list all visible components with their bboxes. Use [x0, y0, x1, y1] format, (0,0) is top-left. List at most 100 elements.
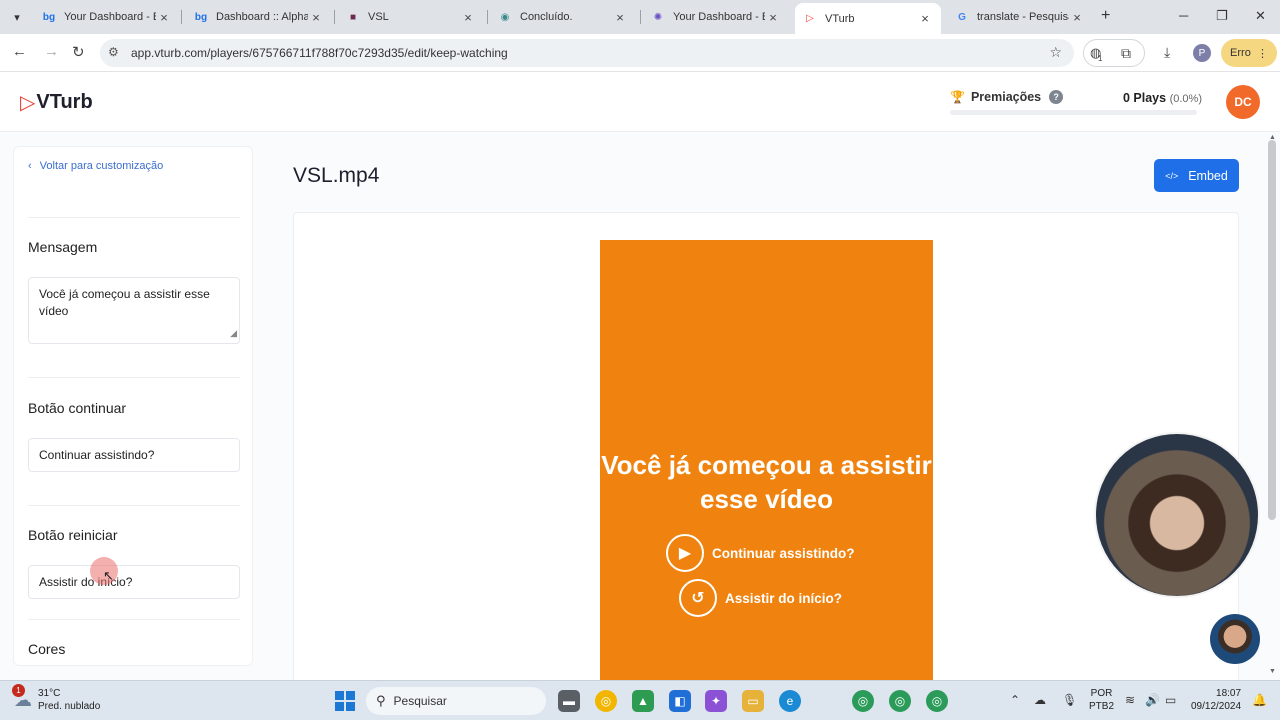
- file-manager-app-icon[interactable]: ▬: [558, 690, 580, 712]
- browser-tab-active[interactable]: ▷ VTurb ×: [795, 3, 941, 34]
- play-icon: ▶: [666, 534, 704, 572]
- taskbar-search[interactable]: ⚲ Pesquisar: [366, 687, 546, 715]
- chrome-profile-3-icon[interactable]: ◎: [926, 690, 948, 712]
- restart-button-input[interactable]: Assistir do início?: [28, 565, 240, 599]
- bookmark-star-icon[interactable]: ☆: [1049, 44, 1062, 61]
- logo-text: VTurb: [36, 91, 93, 113]
- close-tab-icon[interactable]: ×: [917, 11, 933, 26]
- message-textarea[interactable]: Você já começou a assistir esse vídeo ◢: [28, 277, 240, 344]
- edge-app-icon[interactable]: e: [779, 690, 801, 712]
- planner-app-icon[interactable]: ▲: [632, 690, 654, 712]
- help-icon[interactable]: ?: [1049, 90, 1064, 104]
- tab-title: translate - Pesquisa G: [977, 11, 1069, 23]
- browser-tab[interactable]: G translate - Pesquisa G ×: [947, 4, 1093, 30]
- embed-label: Embed: [1188, 168, 1228, 183]
- close-tab-icon[interactable]: ×: [1069, 10, 1085, 25]
- notifications-bell-icon[interactable]: 🔔: [1252, 693, 1267, 707]
- browser-tab[interactable]: ✺ Your Dashboard - Bu ×: [643, 4, 789, 30]
- browser-tab[interactable]: bg Dashboard :: AlphaBi ×: [186, 4, 332, 30]
- customization-sidebar: ‹ Voltar para customização Mensagem Você …: [13, 146, 253, 666]
- copilot-app-icon[interactable]: ✦: [705, 690, 727, 712]
- embed-button[interactable]: </> Embed: [1154, 159, 1239, 192]
- tab-title: VTurb: [825, 12, 855, 25]
- maximize-window-icon[interactable]: ❐: [1216, 8, 1228, 24]
- close-tab-icon[interactable]: ×: [308, 10, 324, 25]
- volume-icon[interactable]: 🔊: [1145, 693, 1160, 707]
- colors-section-title: Cores: [28, 641, 66, 657]
- error-label: Erro: [1230, 47, 1251, 59]
- puzzle-icon[interactable]: ⧉: [1121, 45, 1131, 62]
- chrome-profile-2-icon[interactable]: ◎: [889, 690, 911, 712]
- browser-tab[interactable]: bg Your Dashboard - Bu ×: [34, 4, 180, 30]
- minimize-window-icon[interactable]: ─: [1179, 8, 1188, 23]
- language-indicator[interactable]: POR PTB2: [1089, 687, 1114, 713]
- user-avatar[interactable]: DC: [1226, 85, 1260, 119]
- chrome-profile-1-icon[interactable]: ◎: [852, 690, 874, 712]
- download-icon[interactable]: ⤓: [1164, 44, 1170, 61]
- microphone-icon[interactable]: 🎙: [1062, 693, 1077, 707]
- system-clock[interactable]: 18:07 09/12/2024: [1191, 687, 1241, 713]
- close-tab-icon[interactable]: ×: [765, 10, 781, 25]
- awards-link[interactable]: 🏆 Premiações ?: [950, 90, 1064, 104]
- reload-icon[interactable]: ↻: [72, 43, 85, 61]
- tab-title: Concluído.: [520, 11, 573, 23]
- close-window-icon[interactable]: ✕: [1255, 8, 1266, 24]
- url-text[interactable]: app.vturb.com/players/675766711f788f70c7…: [131, 46, 508, 60]
- battery-icon[interactable]: ▭: [1165, 693, 1176, 707]
- scroll-down-arrow-icon[interactable]: ▼: [1269, 668, 1276, 675]
- browser-tab[interactable]: ■ VSL ×: [338, 4, 484, 30]
- language-code: POR: [1090, 688, 1113, 699]
- vturb-logo-icon: ▷: [20, 92, 36, 114]
- gear-favicon-icon: ✺: [653, 11, 663, 23]
- clock-time: 18:07: [1216, 688, 1242, 699]
- new-tab-plus-icon[interactable]: +: [1101, 7, 1110, 25]
- weather-badge: 1: [12, 683, 25, 697]
- back-label: Voltar para customização: [39, 160, 164, 172]
- wifi-icon[interactable]: ≋: [1125, 693, 1135, 707]
- globe-favicon-icon: ◉: [500, 11, 510, 23]
- close-tab-icon[interactable]: ×: [460, 10, 476, 25]
- profile-avatar[interactable]: P: [1193, 44, 1211, 62]
- continue-watching-button[interactable]: ▶ Continuar assistindo?: [666, 534, 855, 572]
- message-section-title: Mensagem: [28, 239, 98, 255]
- plays-progress-bar: [950, 110, 1197, 115]
- site-info-icon[interactable]: ⚙: [108, 45, 119, 59]
- plays-label: 0 Plays: [1123, 91, 1167, 105]
- onedrive-icon[interactable]: ☁: [1034, 693, 1046, 707]
- store-app-icon[interactable]: ◧: [669, 690, 691, 712]
- back-to-customization-link[interactable]: ‹ Voltar para customização: [28, 160, 163, 172]
- error-menu-button[interactable]: Erro ⋮: [1221, 39, 1277, 67]
- chat-support-avatar[interactable]: [1210, 614, 1260, 664]
- extension-badge: 1: [1098, 54, 1103, 63]
- browser-toolbar: ← → ↻ ⚙ app.vturb.com/players/675766711f…: [0, 34, 1280, 72]
- video-player-preview[interactable]: Você já começou a assistir esse vídeo ▶ …: [600, 240, 933, 690]
- close-tab-icon[interactable]: ×: [612, 10, 628, 25]
- address-bar[interactable]: ⚙ app.vturb.com/players/675766711f788f70…: [100, 39, 1074, 67]
- keyboard-layout: PTB2: [1089, 701, 1115, 712]
- browser-tab-strip: ▾ bg Your Dashboard - Bu × bg Dashboard …: [0, 0, 1280, 34]
- close-tab-icon[interactable]: ×: [156, 10, 172, 25]
- more-vert-icon: ⋮: [1256, 47, 1268, 60]
- tab-title: Dashboard :: AlphaBi: [216, 11, 308, 23]
- divider: [28, 619, 240, 620]
- tab-title: VSL: [368, 11, 389, 23]
- cloud-icon: ☁ 1: [12, 683, 32, 710]
- tray-chevron-up-icon[interactable]: ⌃: [1010, 693, 1020, 707]
- page-scrollbar[interactable]: [1268, 140, 1276, 520]
- tab-search-chevron-icon[interactable]: ▾: [6, 6, 28, 28]
- resize-handle-icon[interactable]: ◢: [230, 325, 237, 342]
- chrome-app-icon[interactable]: ◎: [595, 690, 617, 712]
- browser-tab[interactable]: ◉ Concluído. ×: [490, 4, 636, 30]
- windows-start-icon[interactable]: [335, 691, 355, 711]
- vturb-favicon-icon: ▷: [806, 13, 814, 24]
- weather-widget[interactable]: ☁ 1 31°C Pred. nublado: [12, 683, 100, 713]
- vturb-logo[interactable]: ▷ VTurb: [20, 90, 93, 115]
- continue-button-input[interactable]: Continuar assistindo?: [28, 438, 240, 472]
- restart-button[interactable]: ↺ Assistir do início?: [679, 579, 842, 617]
- forward-arrow-icon[interactable]: →: [44, 43, 59, 60]
- webcam-overlay: [1094, 432, 1260, 598]
- player-message: Você já começou a assistir esse vídeo: [601, 450, 932, 514]
- back-arrow-icon[interactable]: ←: [12, 43, 27, 60]
- windows-taskbar: ☁ 1 31°C Pred. nublado ⚲ Pesquisar ▬ ◎ ▲ …: [0, 680, 1280, 720]
- folder-app-icon[interactable]: ▭: [742, 690, 764, 712]
